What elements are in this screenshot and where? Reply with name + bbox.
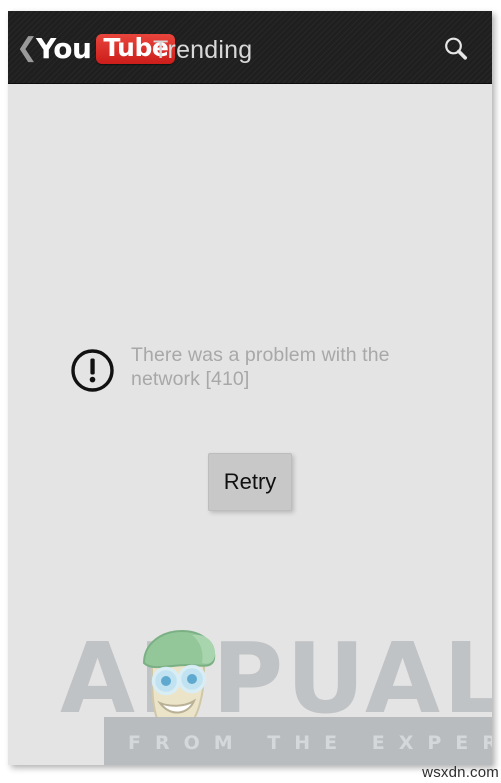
watermark-brand-text: APPUALS xyxy=(60,622,492,735)
retry-button[interactable]: Retry xyxy=(208,453,292,511)
site-tag-label: wsxdn.com xyxy=(422,764,499,781)
search-button[interactable] xyxy=(434,27,478,71)
search-icon xyxy=(445,37,468,60)
error-message-text: There was a problem with the network [41… xyxy=(131,344,390,390)
chevron-left-icon[interactable]: ❮ xyxy=(16,33,38,63)
network-error-block: There was a problem with the network [41… xyxy=(70,343,410,398)
phone-screen: ❮ You Tube Trending There was a problem … xyxy=(8,11,492,765)
page-title: Trending xyxy=(153,36,253,64)
action-bar: ❮ You Tube Trending xyxy=(8,11,492,84)
mascot-face-icon xyxy=(142,629,216,743)
alert-circle-icon xyxy=(70,348,115,398)
appuals-watermark: APPUALS FROM THE EXPERTS xyxy=(8,600,492,765)
watermark-band xyxy=(104,717,492,765)
screenshot-root: ❮ You Tube Trending There was a problem … xyxy=(0,0,501,783)
watermark-tagline-text: FROM THE EXPERTS xyxy=(128,732,492,754)
youtube-logo-you-text: You xyxy=(36,32,92,65)
